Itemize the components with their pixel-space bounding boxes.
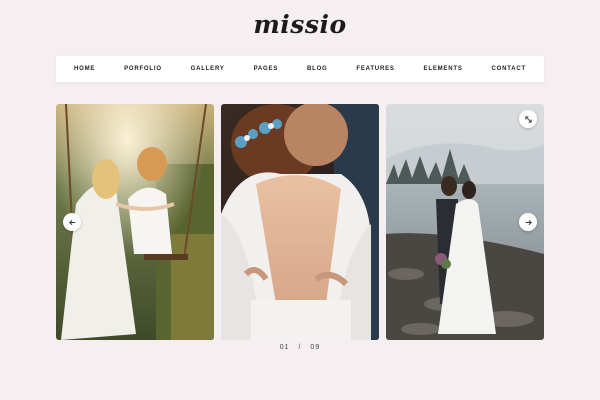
slide-counter-current: 01 bbox=[279, 344, 290, 351]
gallery-photo-lace-dress[interactable] bbox=[221, 104, 379, 340]
next-slide-button[interactable] bbox=[519, 213, 537, 231]
nav-item-pages[interactable]: PAGES bbox=[254, 66, 279, 72]
nav-item-elements[interactable]: ELEMENTS bbox=[424, 66, 463, 72]
nav-item-contact[interactable]: CONTACT bbox=[491, 66, 525, 72]
nav-item-features[interactable]: FEATURES bbox=[356, 66, 394, 72]
main-navigation: HOME PORFOLIO GALLERY PAGES BLOG FEATURE… bbox=[56, 56, 544, 82]
slide-counter: 01 / 09 bbox=[0, 344, 600, 351]
nav-item-home[interactable]: HOME bbox=[74, 66, 95, 72]
nav-item-porfolio[interactable]: PORFOLIO bbox=[124, 66, 162, 72]
slide-counter-separator: / bbox=[298, 344, 302, 351]
expand-button[interactable] bbox=[519, 110, 537, 128]
expand-icon bbox=[524, 115, 532, 123]
site-logo[interactable]: missio bbox=[0, 10, 600, 39]
arrow-left-icon bbox=[68, 219, 75, 225]
gallery-slider bbox=[56, 104, 544, 340]
nav-item-gallery[interactable]: GALLERY bbox=[191, 66, 225, 72]
nav-item-blog[interactable]: BLOG bbox=[307, 66, 328, 72]
prev-slide-button[interactable] bbox=[63, 213, 81, 231]
slide-counter-total: 09 bbox=[310, 344, 321, 351]
arrow-right-icon bbox=[525, 219, 532, 225]
lace-dress-photo-image bbox=[221, 104, 379, 340]
